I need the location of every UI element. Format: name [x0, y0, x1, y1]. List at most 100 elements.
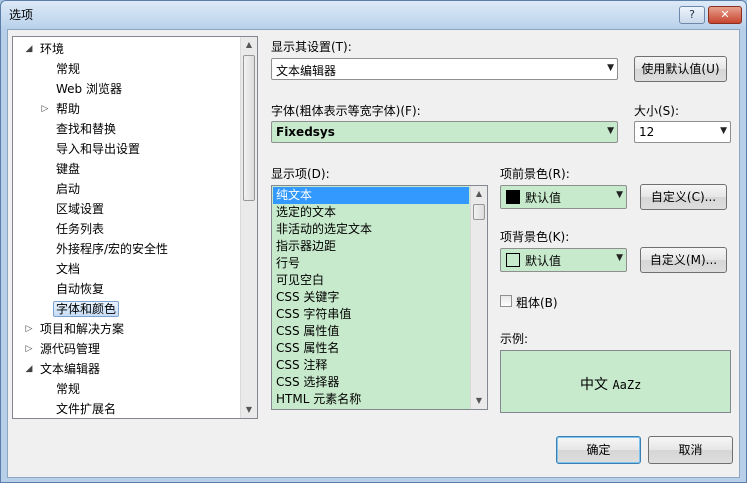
display-item[interactable]: HTML 元素名称	[273, 391, 469, 408]
tree-item-label: 启动	[56, 182, 81, 196]
size-combo[interactable]: 12 ▼	[634, 121, 731, 143]
title-bar[interactable]: 选项 ? ✕	[1, 1, 746, 27]
bold-label: 粗体(B)	[516, 296, 558, 310]
tree-item[interactable]: 任务列表	[53, 219, 107, 239]
scroll-down-icon[interactable]: ▼	[241, 402, 257, 418]
tree-item[interactable]: 自动恢复	[53, 279, 107, 299]
options-tree[interactable]: ◢ 环境常规 Web 浏览器 ▷ 帮助查找和替换导入和导出设置 键盘启动区域设置任务列表外…	[12, 36, 258, 419]
show-settings-combo[interactable]: 文本编辑器 ▼	[271, 58, 618, 80]
tree-item[interactable]: ▷ 项目和解决方案	[26, 319, 127, 339]
tree-item[interactable]: 外接程序/宏的安全性	[53, 239, 171, 259]
tree-item-label: 文本编辑器	[40, 362, 101, 376]
ok-button[interactable]: 确定	[556, 436, 641, 464]
display-item[interactable]: 纯文本	[273, 187, 469, 204]
sample-label: 示例:	[500, 332, 529, 346]
scroll-down-icon[interactable]: ▼	[471, 393, 487, 409]
use-defaults-button[interactable]: 使用默认值(U)	[634, 56, 727, 82]
options-dialog: 选项 ? ✕ ◢ 环境常规 Web 浏览器 ▷ 帮助查找和替换导入和导出设置 键盘启动区域…	[0, 0, 747, 483]
sample-text-cjk: 中文	[580, 377, 608, 393]
display-item[interactable]: 指示器边距	[273, 238, 469, 255]
window-title: 选项	[9, 8, 34, 22]
scroll-up-icon[interactable]: ▲	[241, 37, 257, 53]
display-items-list[interactable]: 纯文本 选定的文本 非活动的选定文本 指示器边距 行号 可见空白 CSS 关键字 CSS 字符…	[271, 185, 488, 410]
tree-item[interactable]: ◢ 文本编辑器	[26, 359, 103, 379]
foreground-label: 项前景色(R):	[500, 167, 570, 181]
display-item[interactable]: CSS 属性值	[273, 323, 469, 340]
cancel-button[interactable]: 取消	[648, 436, 733, 464]
background-color-swatch	[506, 253, 520, 267]
tree-item-label: 常规	[56, 62, 81, 76]
tree-item[interactable]: 常规	[53, 59, 83, 79]
display-item[interactable]: CSS 选择器	[273, 374, 469, 391]
display-item[interactable]: CSS 关键字	[273, 289, 469, 306]
size-value: 12	[639, 125, 655, 139]
tree-item-label: 文件扩展名	[56, 402, 117, 416]
list-scrollbar[interactable]: ▲ ▼	[470, 186, 487, 409]
collapsed-arrow-icon[interactable]: ▷	[23, 339, 35, 359]
tree-item-label: 区域设置	[56, 202, 105, 216]
tree-item[interactable]: 键盘	[53, 159, 83, 179]
chevron-down-icon: ▼	[607, 63, 614, 73]
tree-item-label: 源代码管理	[40, 342, 101, 356]
tree-item-label: Web 浏览器	[56, 82, 122, 96]
scroll-up-icon[interactable]: ▲	[471, 186, 487, 202]
chevron-down-icon: ▼	[607, 126, 614, 136]
collapsed-arrow-icon[interactable]: ▷	[23, 319, 35, 339]
foreground-custom-button[interactable]: 自定义(C)...	[640, 184, 727, 210]
sample-text-latin: AaZz	[612, 378, 642, 392]
background-value: 默认值	[525, 254, 562, 268]
display-item[interactable]: CSS 属性名	[273, 340, 469, 357]
tree-item-label: 键盘	[56, 162, 81, 176]
display-item[interactable]: 可见空白	[273, 272, 469, 289]
chevron-down-icon: ▼	[616, 190, 623, 200]
foreground-combo[interactable]: 默认值 ▼	[500, 185, 627, 209]
tree-item-label: 常规	[56, 382, 81, 396]
tree-item[interactable]: ◢ 环境	[26, 39, 67, 59]
tree-scrollbar[interactable]: ▲ ▼	[240, 37, 257, 418]
tree-item-label: 项目和解决方案	[40, 322, 125, 336]
tree-item-label: 环境	[40, 42, 65, 56]
sample-text: 中文 AaZz	[580, 374, 641, 394]
show-settings-label: 显示其设置(T):	[271, 40, 352, 54]
display-item[interactable]: 选定的文本	[273, 204, 469, 221]
show-settings-value: 文本编辑器	[276, 64, 337, 78]
tree-item-label: 帮助	[56, 102, 81, 116]
help-button[interactable]: ?	[679, 6, 705, 24]
expanded-arrow-icon[interactable]: ◢	[23, 359, 35, 379]
scroll-thumb[interactable]	[473, 204, 485, 220]
chevron-down-icon: ▼	[720, 126, 727, 136]
background-custom-button[interactable]: 自定义(M)...	[640, 247, 727, 273]
tree-item[interactable]: 区域设置	[53, 199, 107, 219]
font-label: 字体(粗体表示等宽字体)(F):	[271, 104, 421, 118]
tree-item-label: 字体和颜色	[53, 301, 120, 317]
display-item[interactable]: CSS 字符串值	[273, 306, 469, 323]
display-item[interactable]: CSS 注释	[273, 357, 469, 374]
scroll-thumb[interactable]	[243, 55, 255, 201]
background-label: 项背景色(K):	[500, 230, 570, 244]
tree-item-label: 自动恢复	[56, 282, 105, 296]
font-value: Fixedsys	[276, 125, 335, 139]
tree-item[interactable]: Web 浏览器	[53, 79, 125, 99]
tree-item[interactable]: 文件扩展名	[53, 399, 119, 418]
foreground-value: 默认值	[525, 191, 562, 205]
tree-item[interactable]: 字体和颜色	[53, 299, 120, 319]
tree-item-label: 文档	[56, 262, 81, 276]
sample-preview: 中文 AaZz	[500, 350, 731, 413]
display-item[interactable]: 非活动的选定文本	[273, 221, 469, 238]
font-combo[interactable]: Fixedsys ▼	[271, 121, 618, 143]
tree-item[interactable]: ▷ 源代码管理	[26, 339, 103, 359]
display-item[interactable]: 行号	[273, 255, 469, 272]
background-combo[interactable]: 默认值 ▼	[500, 248, 627, 272]
close-button[interactable]: ✕	[708, 6, 742, 24]
tree-item[interactable]: 常规	[53, 379, 83, 399]
tree-item[interactable]: ▷ 帮助	[42, 99, 83, 119]
tree-item[interactable]: 导入和导出设置	[53, 139, 143, 159]
tree-item[interactable]: 查找和替换	[53, 119, 119, 139]
tree-item[interactable]: 文档	[53, 259, 83, 279]
chevron-down-icon: ▼	[616, 253, 623, 263]
bold-checkbox[interactable]	[500, 295, 512, 307]
collapsed-arrow-icon[interactable]: ▷	[39, 99, 51, 119]
expanded-arrow-icon[interactable]: ◢	[23, 39, 35, 59]
tree-item-label: 导入和导出设置	[56, 142, 141, 156]
tree-item[interactable]: 启动	[53, 179, 83, 199]
